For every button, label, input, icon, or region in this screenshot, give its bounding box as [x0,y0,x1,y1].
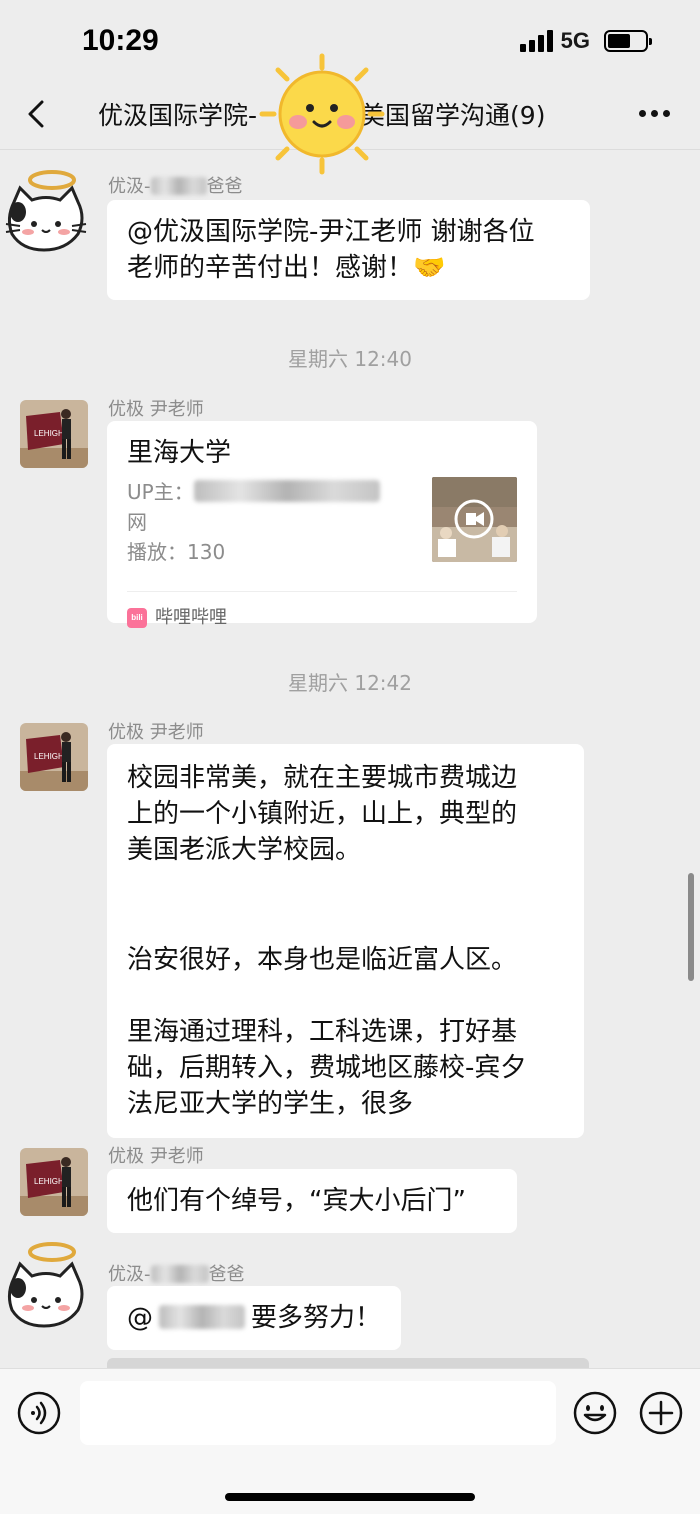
blurred-uploader [193,480,380,502]
battery-icon [604,30,652,52]
time-divider: 星期六 12:42 [288,671,412,695]
video-thumbnail [432,477,517,562]
status-time: 10:29 [82,24,159,57]
voice-icon[interactable] [17,1391,61,1435]
message-bubble[interactable]: 校园非常美，就在主要城市费城边 上的一个小镇附近，山上，典型的 美国老派大学校园… [107,744,584,1138]
teacher-flag-avatar[interactable]: LEHIGH [20,723,88,791]
video-card[interactable]: 里海大学 UP主： 网 播放：130 bili 哔哩哔哩 [107,421,537,628]
message-input[interactable] [80,1381,556,1445]
sender-name: 优汲- 爸爸 [108,176,243,197]
svg-text:LEHIGH: LEHIGH [34,1177,64,1186]
battery-fill [608,34,630,48]
message-bubble[interactable]: @ 要多努力！ [107,1286,401,1350]
card-source: bili 哔哩哔哩 [127,591,517,636]
input-bar [0,1368,700,1514]
home-indicator [225,1493,475,1501]
cat-angel-avatar[interactable] [4,1240,86,1336]
teacher-flag-avatar[interactable]: LEHIGH [20,400,88,468]
more-dots-icon[interactable] [639,110,670,117]
sender-name: 优极 尹老师 [108,722,204,743]
svg-text:LEHIGH: LEHIGH [34,752,64,761]
emoji-icon[interactable] [573,1391,617,1435]
bilibili-icon: bili [127,608,147,628]
signal-icon [519,30,553,52]
message-bubble[interactable]: 他们有个绰号，“宾大小后门” [107,1169,517,1233]
teacher-flag-avatar[interactable]: LEHIGH [20,1148,88,1216]
plus-icon[interactable] [639,1391,683,1435]
chat-header: 优汲国际学院- -美国留学沟通(9) [0,53,700,175]
message-bubble[interactable]: @优汲国际学院-尹江老师 谢谢各位 老师的辛苦付出！感谢！🤝 [107,200,590,300]
blurred-name [150,1265,209,1283]
chevron-left-icon[interactable] [22,94,54,134]
sender-name: 优极 尹老师 [108,399,204,420]
svg-text:LEHIGH: LEHIGH [34,429,64,438]
sender-name: 优极 尹老师 [108,1146,204,1167]
cat-angel-avatar[interactable] [4,162,87,258]
status-indicators: 5G [519,28,652,54]
scrollbar[interactable] [688,873,694,981]
blurred-name [150,177,207,195]
time-divider: 星期六 12:40 [288,347,412,371]
sender-name: 优汲- 爸爸 [108,1264,245,1285]
chat-title-part1: 优汲国际学院- [98,101,258,130]
card-title: 里海大学 [127,438,232,468]
network-label: 5G [560,28,590,53]
blurred-mention [159,1305,245,1329]
sun-face-sticker [259,53,385,175]
